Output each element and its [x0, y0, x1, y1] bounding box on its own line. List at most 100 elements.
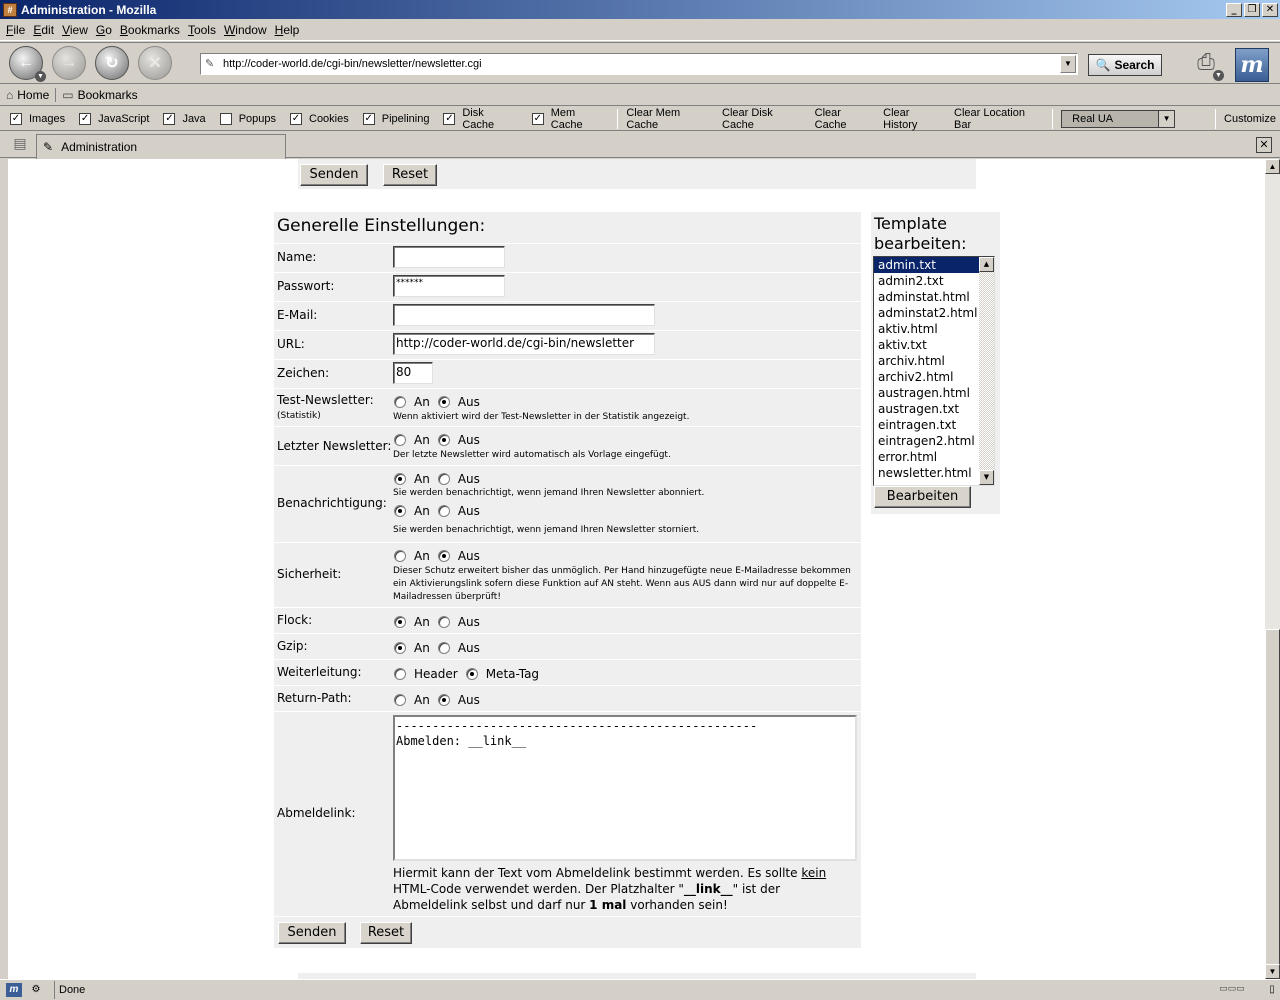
password-input[interactable]: ******: [393, 275, 505, 297]
customize-button[interactable]: Customize: [1220, 113, 1280, 125]
name-input[interactable]: [393, 246, 505, 268]
pipelining-checkbox[interactable]: ✓: [362, 112, 375, 125]
last-on-radio[interactable]: [394, 434, 406, 446]
list-item[interactable]: archiv.html: [874, 353, 980, 369]
pref-pipelining[interactable]: ✓ Pipelining: [362, 112, 429, 125]
pref-disk-cache[interactable]: ✓ Disk Cache: [443, 107, 517, 131]
mem-cache-checkbox[interactable]: ✓: [531, 112, 544, 125]
bookmarks-button[interactable]: ▭ Bookmarks: [55, 88, 143, 102]
cookies-checkbox[interactable]: ✓: [290, 112, 302, 125]
security-off-radio[interactable]: [437, 550, 450, 562]
disk-cache-checkbox[interactable]: ✓: [443, 112, 456, 125]
list-item[interactable]: error.html: [874, 449, 980, 465]
test-on-radio[interactable]: [394, 396, 406, 408]
notify-unsub-on-radio[interactable]: [394, 505, 406, 517]
chars-input[interactable]: 80: [393, 362, 433, 384]
send-button[interactable]: Senden: [278, 922, 346, 944]
list-item[interactable]: aktiv.txt: [874, 337, 980, 353]
url-text[interactable]: http://coder-world.de/cgi-bin/newsletter…: [223, 58, 1060, 70]
flock-on-radio[interactable]: [394, 616, 406, 628]
security-on-radio[interactable]: [394, 550, 406, 562]
sidebar-grippy[interactable]: [0, 159, 8, 979]
close-tab-button[interactable]: ✕: [1256, 137, 1272, 153]
home-button[interactable]: ⌂ Home: [0, 88, 55, 102]
list-item[interactable]: adminstat.html: [874, 289, 980, 305]
mozilla-component-icon[interactable]: m: [6, 983, 22, 997]
close-window-button[interactable]: ✕: [1262, 2, 1278, 17]
mozilla-throbber-icon[interactable]: m: [1235, 48, 1269, 82]
reset-button[interactable]: Reset: [360, 922, 412, 944]
scroll-up-icon[interactable]: ▲: [1265, 159, 1280, 174]
clear-mem-cache-button[interactable]: Clear Mem Cache: [622, 107, 718, 131]
print-button[interactable]: ⎙ ▼: [1186, 49, 1226, 81]
clear-location-bar-button[interactable]: Clear Location Bar: [950, 107, 1048, 131]
menu-view[interactable]: View: [58, 23, 92, 37]
last-off-radio[interactable]: [437, 434, 450, 446]
print-dropdown-icon[interactable]: ▼: [1213, 70, 1224, 81]
menu-help[interactable]: Help: [271, 23, 304, 37]
user-agent-select[interactable]: Real UA ▼: [1061, 109, 1176, 128]
template-listbox[interactable]: admin.txt admin2.txt adminstat.html admi…: [873, 256, 995, 486]
reload-button[interactable]: ↻: [95, 46, 129, 80]
clear-cache-button[interactable]: Clear Cache: [811, 107, 879, 131]
test-off-radio[interactable]: [437, 396, 450, 408]
pref-javascript[interactable]: ✓ JavaScript: [79, 112, 149, 125]
return-path-on-radio[interactable]: [394, 694, 406, 706]
redirect-meta-radio[interactable]: [465, 668, 478, 680]
online-status-icon[interactable]: ⚙: [28, 983, 44, 997]
menu-go[interactable]: Go: [92, 23, 116, 37]
scroll-down-icon[interactable]: ▼: [979, 470, 994, 485]
forward-button[interactable]: →: [52, 46, 86, 80]
list-item[interactable]: adminstat2.html: [874, 305, 980, 321]
notify-sub-off-radio[interactable]: [437, 473, 450, 485]
url-input[interactable]: http://coder-world.de/cgi-bin/newsletter: [393, 333, 655, 355]
notify-sub-on-radio[interactable]: [394, 473, 406, 485]
stop-button[interactable]: ✕: [138, 46, 172, 80]
clear-disk-cache-button[interactable]: Clear Disk Cache: [718, 107, 811, 131]
scrollbar-thumb[interactable]: [1265, 629, 1280, 965]
search-button[interactable]: 🔍 Search: [1088, 54, 1162, 76]
email-input[interactable]: [393, 304, 655, 326]
list-item[interactable]: admin2.txt: [874, 273, 980, 289]
url-history-dropdown[interactable]: ▼: [1060, 55, 1076, 73]
tab-administration[interactable]: ✎ Administration: [36, 134, 286, 159]
java-checkbox[interactable]: ✓: [163, 112, 176, 125]
maximize-button[interactable]: ❐: [1244, 2, 1260, 17]
minimize-button[interactable]: _: [1226, 2, 1242, 17]
clear-history-button[interactable]: Clear History: [879, 107, 950, 131]
send-button-top[interactable]: Senden: [300, 164, 368, 186]
gzip-off-radio[interactable]: [437, 642, 450, 654]
page-scrollbar[interactable]: ▲ ▼: [1265, 159, 1280, 979]
edit-template-button[interactable]: Bearbeiten: [874, 486, 971, 508]
menu-bookmarks[interactable]: Bookmarks: [116, 23, 184, 37]
menu-edit[interactable]: Edit: [29, 23, 58, 37]
javascript-checkbox[interactable]: ✓: [79, 112, 92, 125]
redirect-header-radio[interactable]: [394, 668, 406, 680]
list-item[interactable]: austragen.txt: [874, 401, 980, 417]
menu-file[interactable]: File: [2, 23, 29, 37]
pref-images[interactable]: ✓ Images: [10, 112, 65, 125]
url-bar[interactable]: ✎ http://coder-world.de/cgi-bin/newslett…: [200, 53, 1078, 75]
pref-mem-cache[interactable]: ✓ Mem Cache: [531, 107, 609, 131]
pref-popups[interactable]: Popups: [219, 112, 276, 125]
list-item[interactable]: newsletter.html: [874, 465, 980, 481]
list-item[interactable]: austragen.html: [874, 385, 980, 401]
notify-unsub-off-radio[interactable]: [437, 505, 450, 517]
gzip-on-radio[interactable]: [394, 642, 406, 654]
back-dropdown-icon[interactable]: ▼: [35, 71, 46, 82]
chevron-down-icon[interactable]: ▼: [1158, 110, 1175, 127]
list-item[interactable]: aktiv.html: [874, 321, 980, 337]
list-item[interactable]: archiv2.html: [874, 369, 980, 385]
back-button[interactable]: ← ▼: [9, 46, 46, 82]
new-tab-icon[interactable]: ▤: [10, 135, 30, 154]
images-checkbox[interactable]: ✓: [10, 112, 22, 125]
flock-off-radio[interactable]: [437, 616, 450, 628]
scroll-up-icon[interactable]: ▲: [979, 257, 994, 272]
return-path-off-radio[interactable]: [437, 694, 450, 706]
menu-tools[interactable]: Tools: [184, 23, 220, 37]
reset-button-top[interactable]: Reset: [383, 164, 437, 186]
listbox-scrollbar[interactable]: ▲ ▼: [979, 257, 994, 485]
list-item[interactable]: admin.txt: [874, 257, 980, 273]
list-item[interactable]: eintragen2.html: [874, 433, 980, 449]
scroll-down-icon[interactable]: ▼: [1265, 964, 1280, 979]
